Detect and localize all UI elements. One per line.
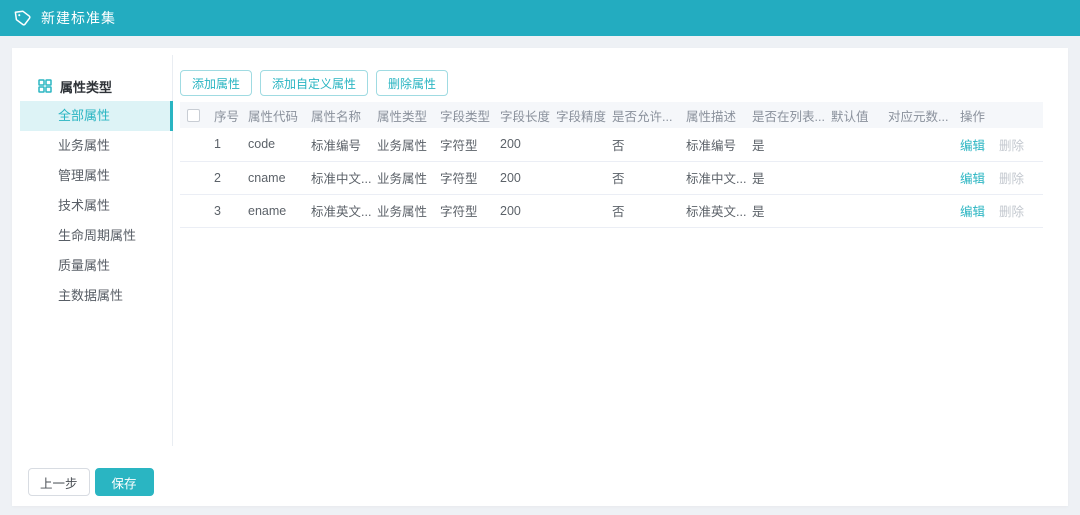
cell-attr-type: 业务属性 [373, 194, 436, 227]
cell-field-precision [552, 194, 608, 227]
row-checkbox-cell [180, 128, 210, 161]
delete-attribute-button[interactable]: 删除属性 [376, 70, 448, 96]
col-allow-null: 是否允许... [608, 102, 682, 128]
cell-default-value [827, 128, 884, 161]
table-row: 3 ename 标准英文... 业务属性 字符型 200 否 标准英文... 是 [180, 194, 1043, 227]
col-field-precision: 字段精度 [552, 102, 608, 128]
table-row: 2 cname 标准中文... 业务属性 字符型 200 否 标准中文... 是 [180, 161, 1043, 194]
cell-in-list: 是 [748, 128, 827, 161]
col-description: 属性描述 [682, 102, 748, 128]
cell-seq: 1 [210, 128, 244, 161]
cell-allow-null: 否 [608, 161, 682, 194]
cell-attr-name: 标准编号 [307, 128, 373, 161]
page-title: 新建标准集 [41, 8, 116, 28]
cell-field-length: 200 [496, 161, 552, 194]
attribute-table: 序号 属性代码 属性名称 属性类型 字段类型 字段长度 字段精度 是否允许...… [180, 102, 1043, 228]
sidebar-title: 属性类型 [60, 77, 112, 96]
cell-description: 标准英文... [682, 194, 748, 227]
col-metadata: 对应元数... [884, 102, 956, 128]
cell-attr-name: 标准中文... [307, 161, 373, 194]
cell-metadata [884, 194, 956, 227]
cell-attr-code: cname [244, 161, 307, 194]
cell-metadata [884, 161, 956, 194]
cell-description: 标准编号 [682, 128, 748, 161]
sidebar-item-quality-attributes[interactable]: 质量属性 [20, 251, 172, 281]
row-checkbox-cell [180, 194, 210, 227]
cell-field-precision [552, 161, 608, 194]
delete-link[interactable]: 删除 [999, 205, 1024, 219]
cell-field-length: 200 [496, 128, 552, 161]
cell-field-length: 200 [496, 194, 552, 227]
content-card: 属性类型 全部属性 业务属性 管理属性 技术属性 生命周期属性 质量属性 主数据… [12, 48, 1068, 506]
col-field-length: 字段长度 [496, 102, 552, 128]
cell-default-value [827, 161, 884, 194]
save-button[interactable]: 保存 [95, 468, 154, 496]
cell-field-precision [552, 128, 608, 161]
toolbar: 添加属性 添加自定义属性 删除属性 [180, 70, 1068, 96]
col-attr-type: 属性类型 [373, 102, 436, 128]
edit-link[interactable]: 编辑 [960, 172, 985, 186]
cell-default-value [827, 194, 884, 227]
sidebar-item-technical-attributes[interactable]: 技术属性 [20, 191, 172, 221]
cell-in-list: 是 [748, 194, 827, 227]
page-header: 新建标准集 [0, 0, 1080, 36]
row-checkbox-cell [180, 161, 210, 194]
col-attr-code: 属性代码 [244, 102, 307, 128]
col-attr-name: 属性名称 [307, 102, 373, 128]
cell-description: 标准中文... [682, 161, 748, 194]
col-field-type: 字段类型 [436, 102, 496, 128]
main-panel: 添加属性 添加自定义属性 删除属性 序号 属性代码 属性名称 [173, 55, 1068, 446]
cell-attr-type: 业务属性 [373, 128, 436, 161]
sidebar-header: 属性类型 [12, 71, 172, 101]
cell-attr-code: ename [244, 194, 307, 227]
cell-attr-name: 标准英文... [307, 194, 373, 227]
footer-actions: 上一步 保存 [28, 468, 154, 496]
cell-allow-null: 否 [608, 194, 682, 227]
cell-attr-code: code [244, 128, 307, 161]
cell-actions: 编辑删除 [956, 194, 1043, 227]
sidebar-item-all-attributes[interactable]: 全部属性 [20, 101, 172, 131]
table-row: 1 code 标准编号 业务属性 字符型 200 否 标准编号 是 编辑删除 [180, 128, 1043, 161]
cell-seq: 2 [210, 161, 244, 194]
grid-icon [38, 79, 52, 93]
col-default-value: 默认值 [827, 102, 884, 128]
sidebar-item-business-attributes[interactable]: 业务属性 [20, 131, 172, 161]
sidebar-item-management-attributes[interactable]: 管理属性 [20, 161, 172, 191]
add-custom-attribute-button[interactable]: 添加自定义属性 [260, 70, 368, 96]
cell-field-type: 字符型 [436, 194, 496, 227]
cell-actions: 编辑删除 [956, 128, 1043, 161]
col-actions: 操作 [956, 102, 1043, 128]
cell-in-list: 是 [748, 161, 827, 194]
table-header-row: 序号 属性代码 属性名称 属性类型 字段类型 字段长度 字段精度 是否允许...… [180, 102, 1043, 128]
tag-icon [13, 8, 33, 28]
cell-field-type: 字符型 [436, 128, 496, 161]
previous-step-button[interactable]: 上一步 [28, 468, 90, 496]
col-seq: 序号 [210, 102, 244, 128]
attribute-type-sidebar: 属性类型 全部属性 业务属性 管理属性 技术属性 生命周期属性 质量属性 主数据… [12, 55, 173, 446]
cell-allow-null: 否 [608, 128, 682, 161]
sidebar-item-lifecycle-attributes[interactable]: 生命周期属性 [20, 221, 172, 251]
edit-link[interactable]: 编辑 [960, 139, 985, 153]
sidebar-item-masterdata-attributes[interactable]: 主数据属性 [20, 281, 172, 311]
add-attribute-button[interactable]: 添加属性 [180, 70, 252, 96]
cell-attr-type: 业务属性 [373, 161, 436, 194]
col-in-list: 是否在列表... [748, 102, 827, 128]
cell-field-type: 字符型 [436, 161, 496, 194]
delete-link[interactable]: 删除 [999, 172, 1024, 186]
select-all-checkbox[interactable] [187, 109, 200, 122]
cell-seq: 3 [210, 194, 244, 227]
edit-link[interactable]: 编辑 [960, 205, 985, 219]
delete-link[interactable]: 删除 [999, 139, 1024, 153]
cell-actions: 编辑删除 [956, 161, 1043, 194]
cell-metadata [884, 128, 956, 161]
